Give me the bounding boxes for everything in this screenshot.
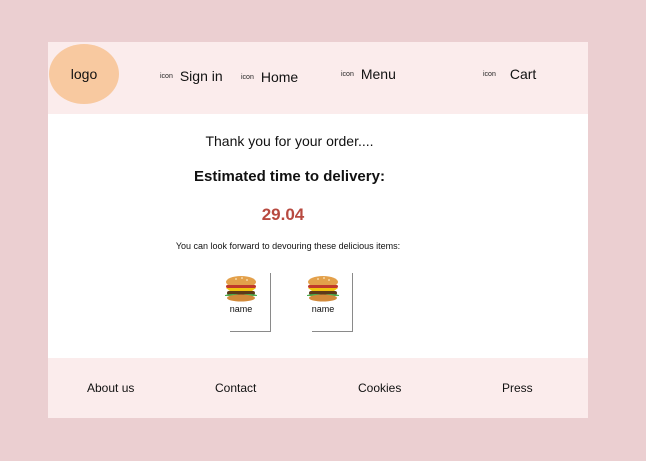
order-item-card[interactable]: name xyxy=(225,273,271,332)
page-frame: logo icon Sign in icon Home icon Menu ic… xyxy=(48,42,588,418)
nav-home-label: Home xyxy=(260,69,299,85)
thank-you-message: Thank you for your order.... xyxy=(205,133,374,149)
nav-sign-in[interactable]: icon Sign in xyxy=(160,68,223,84)
order-item-name: name xyxy=(229,304,253,314)
eta-heading: Estimated time to delivery: xyxy=(194,168,385,185)
nav-menu-label: Menu xyxy=(360,66,396,82)
menu-icon: icon xyxy=(341,70,354,78)
burger-image xyxy=(307,276,339,302)
order-item-name: name xyxy=(311,304,335,314)
nav-home[interactable]: icon Home xyxy=(241,69,298,85)
footer-link-press[interactable]: Press xyxy=(502,381,533,395)
footer-bar: About us Contact Cookies Press xyxy=(48,358,588,418)
user-icon: icon xyxy=(160,72,173,80)
footer-link-cookies[interactable]: Cookies xyxy=(358,381,401,395)
header-bar: logo icon Sign in icon Home icon Menu ic… xyxy=(48,42,588,114)
nav-cart-label: Cart xyxy=(509,66,537,82)
logo-text: logo xyxy=(70,66,98,82)
order-confirmation: Thank you for your order.... Estimated t… xyxy=(48,114,588,358)
footer-link-contact[interactable]: Contact xyxy=(215,381,256,395)
burger-image xyxy=(225,276,257,302)
cart-icon: icon xyxy=(483,70,496,78)
nav-menu[interactable]: icon Menu xyxy=(341,66,396,82)
footer-link-about[interactable]: About us xyxy=(87,381,134,395)
eta-value: 29.04 xyxy=(261,205,305,224)
order-item-card[interactable]: name xyxy=(307,273,353,332)
nav-sign-in-label: Sign in xyxy=(179,68,223,84)
home-icon: icon xyxy=(241,73,254,81)
items-intro-text: You can look forward to devouring these … xyxy=(175,241,401,251)
logo[interactable]: logo xyxy=(49,44,119,104)
nav-cart[interactable]: icon Cart xyxy=(483,66,536,82)
